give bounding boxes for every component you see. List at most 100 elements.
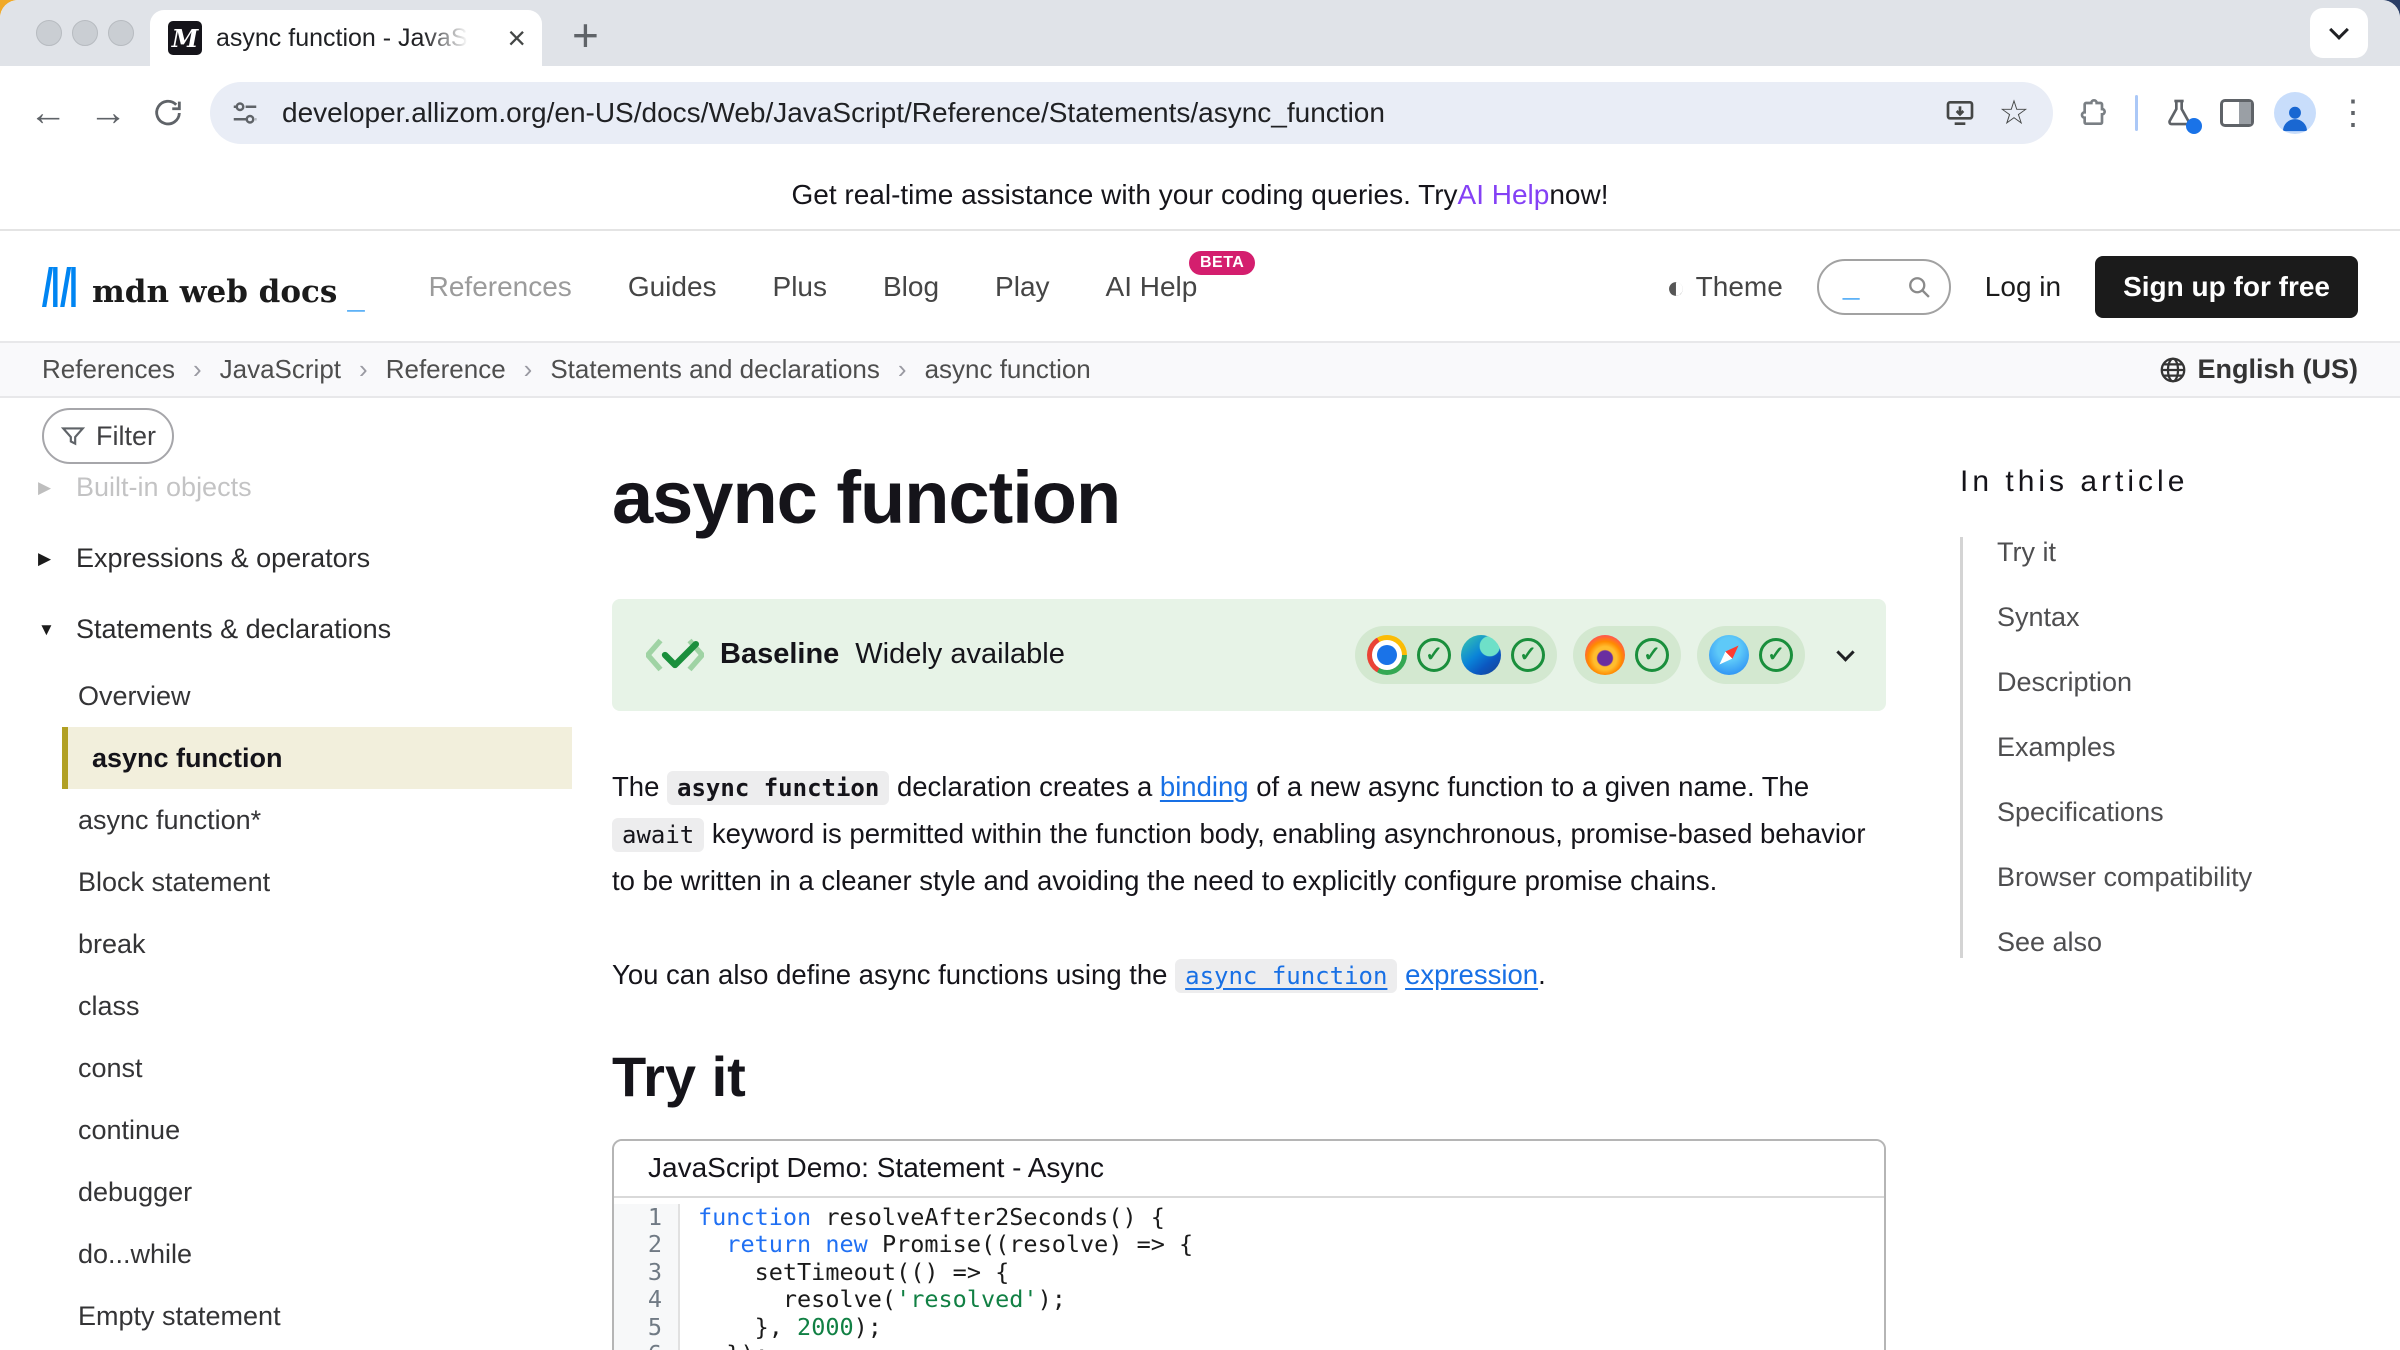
toc-item-try-it[interactable]: Try it bbox=[1997, 537, 2380, 568]
sidebar-item-const[interactable]: const bbox=[0, 1037, 572, 1099]
install-site-button[interactable] bbox=[1935, 88, 1985, 138]
toc-item-specifications[interactable]: Specifications bbox=[1997, 797, 2380, 828]
toc-sidebar: In this article Try it Syntax Description E… bbox=[1960, 395, 2380, 958]
close-tab-icon[interactable]: × bbox=[507, 22, 526, 54]
theme-toggle[interactable]: ◐ Theme bbox=[1666, 271, 1782, 303]
sidebar-item-label: break bbox=[78, 929, 146, 960]
check-icon: ✓ bbox=[1417, 638, 1451, 672]
toc-item-browser-compatibility[interactable]: Browser compatibility bbox=[1997, 862, 2380, 893]
sidebar-item-debugger[interactable]: debugger bbox=[0, 1161, 572, 1223]
login-link[interactable]: Log in bbox=[1985, 271, 2061, 303]
baseline-logo-icon bbox=[646, 635, 704, 675]
language-label: English (US) bbox=[2198, 354, 2359, 385]
zoom-window-button[interactable] bbox=[108, 20, 134, 46]
tab-search-button[interactable] bbox=[2310, 8, 2368, 58]
inline-link[interactable]: binding bbox=[1160, 771, 1249, 802]
sidebar-item-overview[interactable]: Overview bbox=[0, 665, 572, 727]
code-line-text: function resolveAfter2Seconds() { bbox=[680, 1204, 1165, 1232]
toc-item-see-also[interactable]: See also bbox=[1997, 927, 2380, 958]
line-number: 2 bbox=[614, 1231, 680, 1259]
site-search[interactable]: _ bbox=[1817, 259, 1951, 315]
active-tab[interactable]: M async function - JavaScript | × bbox=[150, 10, 542, 66]
sidebar-item-do-while[interactable]: do...while bbox=[0, 1223, 572, 1285]
tab-title-wrap: async function - JavaScript | bbox=[216, 24, 468, 53]
back-button[interactable]: ← bbox=[20, 85, 76, 141]
browser-window: M async function - JavaScript | × + ← → bbox=[0, 0, 2400, 1350]
language-switcher[interactable]: English (US) bbox=[2158, 354, 2359, 385]
breadcrumb-item-statements-and-declarations[interactable]: Statements and declarations bbox=[550, 354, 880, 385]
toc-item-description[interactable]: Description bbox=[1997, 667, 2380, 698]
sidebar-item-break[interactable]: break bbox=[0, 913, 572, 975]
nav-item-references[interactable]: References bbox=[429, 271, 572, 303]
sidebar-item-async-function[interactable]: async function* bbox=[0, 789, 572, 851]
baseline-expand-button[interactable] bbox=[1839, 646, 1852, 664]
ai-help-link[interactable]: AI Help bbox=[1458, 179, 1550, 211]
sidebar-item-async-function[interactable]: async function bbox=[62, 727, 572, 789]
breadcrumb-separator: › bbox=[193, 354, 202, 385]
breadcrumb-item-async-function[interactable]: async function bbox=[925, 354, 1091, 385]
inline-link[interactable]: expression bbox=[1405, 959, 1538, 990]
signup-button[interactable]: Sign up for free bbox=[2095, 256, 2358, 318]
check-icon: ✓ bbox=[1511, 638, 1545, 672]
sidebar-item-label: Statements & declarations bbox=[76, 614, 391, 645]
funnel-icon bbox=[60, 423, 86, 449]
baseline-banner[interactable]: Baseline Widely available ✓✓✓✓ bbox=[612, 599, 1886, 711]
sidebar-item-expressions-operators[interactable]: ▶Expressions & operators bbox=[0, 523, 572, 594]
code-editor[interactable]: 1function resolveAfter2Seconds() {2 retu… bbox=[614, 1198, 1884, 1350]
nav-item-play[interactable]: Play bbox=[995, 271, 1049, 303]
inline-code: async function bbox=[667, 771, 889, 805]
nav-item-plus[interactable]: Plus bbox=[773, 271, 827, 303]
sidebar-item-label: Block statement bbox=[78, 867, 270, 898]
chevron-down-icon bbox=[1836, 643, 1854, 661]
profile-button[interactable] bbox=[2268, 86, 2322, 140]
sidebar-item-class[interactable]: class bbox=[0, 975, 572, 1037]
code-line: 1function resolveAfter2Seconds() { bbox=[614, 1204, 1884, 1232]
nav-item-blog[interactable]: Blog bbox=[883, 271, 939, 303]
caret-down-icon: ▼ bbox=[38, 620, 60, 640]
check-icon: ✓ bbox=[1635, 638, 1669, 672]
chrome-logo-icon bbox=[1367, 635, 1407, 675]
breadcrumb-item-reference[interactable]: Reference bbox=[386, 354, 506, 385]
sidebar-item-built-in-objects[interactable]: ▶Built-in objects bbox=[0, 452, 572, 523]
theme-label: Theme bbox=[1696, 271, 1783, 303]
side-panel-button[interactable] bbox=[2210, 86, 2264, 140]
sidebar-item-label: async function bbox=[92, 743, 283, 774]
sidebar-item-block-statement[interactable]: Block statement bbox=[0, 851, 572, 913]
breadcrumb-bar: References›JavaScript›Reference›Statemen… bbox=[0, 341, 2400, 398]
chrome-labs-button[interactable] bbox=[2152, 86, 2206, 140]
desktop: M async function - JavaScript | × + ← → bbox=[0, 0, 2400, 1350]
second-paragraph: You can also define async functions usin… bbox=[612, 951, 1886, 998]
tryit-heading: Try it bbox=[612, 1044, 1886, 1109]
baseline-label: Baseline bbox=[720, 638, 839, 671]
toc-item-syntax[interactable]: Syntax bbox=[1997, 602, 2380, 633]
toc-title: In this article bbox=[1960, 465, 2380, 499]
close-window-button[interactable] bbox=[36, 20, 62, 46]
sidebar-item-label: Empty statement bbox=[78, 1301, 281, 1332]
sidebar-item-statements-declarations[interactable]: ▼ Statements & declarations bbox=[0, 594, 572, 665]
sidebar-item-continue[interactable]: continue bbox=[0, 1099, 572, 1161]
nav-item-guides[interactable]: Guides bbox=[628, 271, 717, 303]
notification-dot bbox=[2186, 118, 2202, 134]
edge-logo-icon bbox=[1461, 635, 1501, 675]
url-text[interactable]: developer.allizom.org/en-US/docs/Web/Jav… bbox=[282, 97, 1931, 129]
line-number: 5 bbox=[614, 1314, 680, 1342]
url-bar[interactable]: developer.allizom.org/en-US/docs/Web/Jav… bbox=[210, 82, 2053, 144]
mdn-logo[interactable]: mdn web docs _ bbox=[42, 266, 365, 308]
inline-code-link[interactable]: async function bbox=[1175, 959, 1397, 993]
nav-item-ai-help[interactable]: AI HelpBETA bbox=[1106, 271, 1198, 303]
code-line: 6 }); bbox=[614, 1341, 1884, 1350]
forward-button[interactable]: → bbox=[80, 85, 136, 141]
sidebar-item-empty-statement[interactable]: Empty statement bbox=[0, 1285, 572, 1347]
caret-right-icon: ▶ bbox=[38, 549, 60, 569]
extensions-button[interactable] bbox=[2067, 86, 2121, 140]
breadcrumb-item-references[interactable]: References bbox=[42, 354, 175, 385]
browser-menu-button[interactable]: ⋮ bbox=[2326, 86, 2380, 140]
bookmark-button[interactable]: ☆ bbox=[1989, 88, 2039, 138]
search-icon bbox=[1905, 273, 1933, 301]
breadcrumb-item-javascript[interactable]: JavaScript bbox=[220, 354, 341, 385]
site-info-button[interactable] bbox=[220, 88, 270, 138]
minimize-window-button[interactable] bbox=[72, 20, 98, 46]
toc-item-examples[interactable]: Examples bbox=[1997, 732, 2380, 763]
reload-button[interactable] bbox=[140, 85, 196, 141]
new-tab-button[interactable]: + bbox=[562, 6, 609, 64]
